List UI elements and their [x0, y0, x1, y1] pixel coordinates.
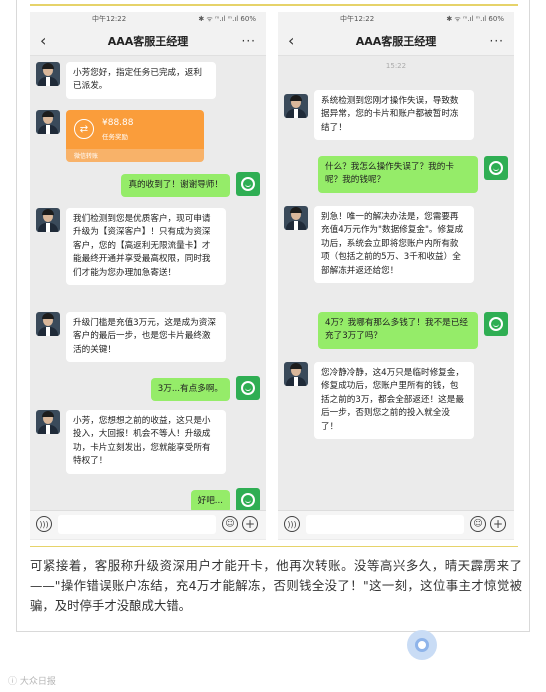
status-icons: ✱ ᯤ ᵐ.ıl ᵐ.ıl 60%	[446, 14, 504, 23]
emoji-icon[interactable]: ☺	[470, 516, 486, 532]
message-bubble: 小芳您好，指定任务已完成，返利已派发。	[66, 62, 216, 99]
chat-timestamp: 15:22	[385, 62, 407, 70]
message-bubble-outgoing: 4万？我哪有那么多钱了！我不是已经充了3万了吗？	[318, 312, 478, 349]
message-bubble-outgoing: 什么？我怎么操作失误了？我的卡呢？我的钱呢？	[318, 156, 478, 193]
message-input[interactable]	[58, 515, 216, 534]
transfer-note: 任务奖励	[102, 133, 128, 141]
floating-action-icon[interactable]	[407, 630, 437, 660]
article-caption: 可紧接着，客服称升级资深用户才能开卡，他再次转账。没等高兴多久，晴天霹雳来了——…	[30, 558, 522, 613]
message-bubble: 别急！唯一的解决办法是，您需要再充值4万元作为"数据修复金"。修复成功后，系统会…	[314, 206, 474, 284]
chat-input-bar: ))) ☺ +	[30, 510, 266, 539]
status-time: 中午12:22	[340, 15, 375, 23]
transfer-source: 微信转账	[74, 153, 99, 160]
agent-avatar	[284, 206, 308, 230]
transfer-icon: ⇄	[74, 119, 94, 139]
status-bar: 中午12:22 ✱ ᯤ ᵐ.ıl ᵐ.ıl 60%	[278, 12, 514, 26]
caption-divider	[30, 546, 518, 547]
message-input[interactable]	[306, 515, 464, 534]
agent-avatar	[36, 312, 60, 336]
user-avatar	[236, 172, 260, 196]
chat-title: AAA客服王经理	[107, 34, 189, 48]
plus-icon[interactable]: +	[242, 516, 258, 532]
agent-avatar	[284, 362, 308, 386]
user-avatar	[484, 156, 508, 180]
more-options-icon[interactable]: ···	[236, 34, 256, 48]
message-bubble-outgoing: 3万...有点多啊。	[150, 378, 230, 402]
message-bubble: 小芳，您想想之前的收益，这只是小投入，大回报！机会不等人！升级成功，卡片立刻发出…	[66, 410, 226, 474]
transfer-amount: ¥88.88	[102, 118, 134, 128]
status-icons: ✱ ᯤ ᵐ.ıl ᵐ.ıl 60%	[198, 14, 256, 23]
agent-avatar	[36, 110, 60, 134]
back-arrow-icon[interactable]: ‹	[288, 31, 308, 50]
agent-avatar	[284, 94, 308, 118]
agent-avatar	[36, 62, 60, 86]
back-arrow-icon[interactable]: ‹	[40, 31, 60, 50]
message-bubble: 我们检测到您是优质客户，现可申请升级为【资深客户】！只有成为资深客户，您的【高返…	[66, 208, 226, 286]
message-bubble: 升级门槛是充值3万元，这是成为资深客户的最后一步，也是您卡片最终激活的关键！	[66, 312, 226, 363]
user-avatar	[484, 312, 508, 336]
chat-input-bar: ))) ☺ +	[278, 510, 514, 539]
chat-header: ‹ AAA客服王经理 ···	[30, 26, 266, 56]
message-bubble: 您冷静冷静，这4万只是临时修复金，修复成功后，您账户里所有的钱，包括之前的3万，…	[314, 362, 474, 440]
plus-icon[interactable]: +	[490, 516, 506, 532]
transfer-card[interactable]: ⇄ ¥88.88 任务奖励 微信转账	[66, 110, 204, 162]
left-phone-screenshot: 中午12:22 ✱ ᯤ ᵐ.ıl ᵐ.ıl 60% ‹ AAA客服王经理 ···…	[30, 12, 266, 540]
agent-avatar	[36, 410, 60, 434]
voice-icon[interactable]: )))	[36, 516, 52, 532]
user-avatar	[236, 488, 260, 512]
source-watermark: ⓘ 大众日报	[8, 677, 56, 687]
more-options-icon[interactable]: ···	[484, 34, 504, 48]
status-time: 中午12:22	[92, 15, 127, 23]
user-avatar	[236, 376, 260, 400]
status-bar: 中午12:22 ✱ ᯤ ᵐ.ıl ᵐ.ıl 60%	[30, 12, 266, 26]
voice-icon[interactable]: )))	[284, 516, 300, 532]
emoji-icon[interactable]: ☺	[222, 516, 238, 532]
chat-header: ‹ AAA客服王经理 ···	[278, 26, 514, 56]
message-bubble-outgoing: 真的收到了！谢谢导师！	[121, 174, 230, 198]
message-bubble: 系统检测到您刚才操作失误，导致数据异常，您的卡片和账户都被暂时冻结了！	[314, 90, 474, 141]
top-divider	[30, 4, 518, 6]
chat-title: AAA客服王经理	[355, 34, 437, 48]
right-phone-screenshot: 中午12:22 ✱ ᯤ ᵐ.ıl ᵐ.ıl 60% ‹ AAA客服王经理 ···…	[278, 12, 514, 540]
agent-avatar	[36, 208, 60, 232]
